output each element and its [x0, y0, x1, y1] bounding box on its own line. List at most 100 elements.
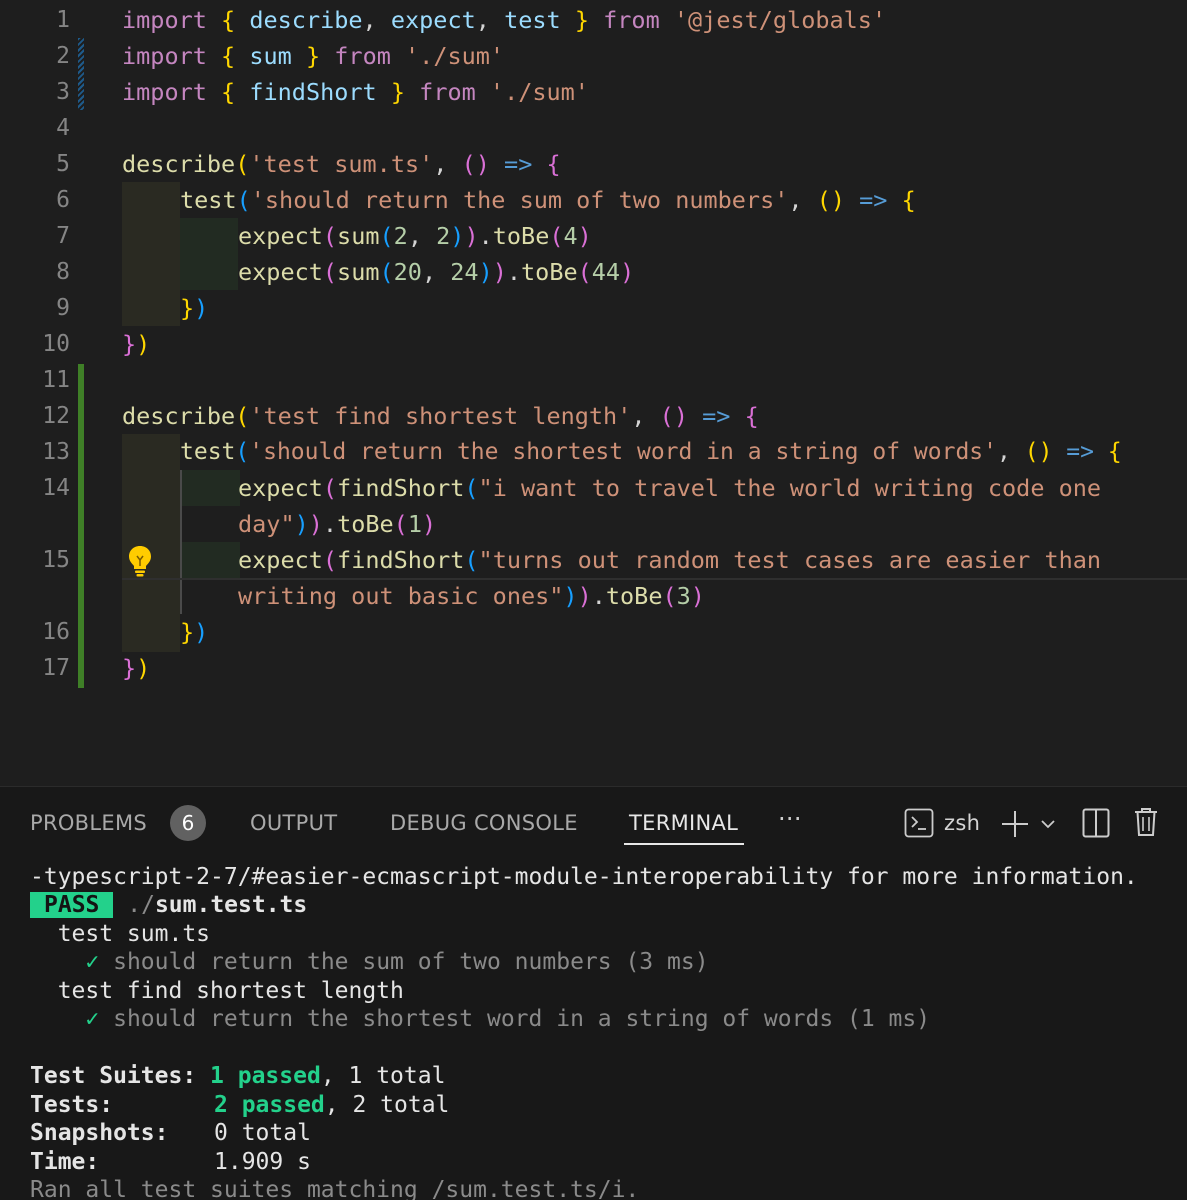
shell-name[interactable]: zsh — [944, 809, 980, 837]
string: "i want to travel the world writing code… — [478, 474, 1102, 502]
bracket: ( — [393, 510, 408, 538]
bracket: () — [659, 402, 688, 430]
terminal-line: Tests: — [30, 1091, 113, 1120]
code-line[interactable]: 16 }) — [0, 614, 1187, 650]
code-line[interactable]: 7 expect(sum(2, 2)).toBe(4) — [0, 218, 1187, 254]
line-number: 2 — [56, 43, 70, 69]
bracket: { — [546, 150, 561, 178]
terminal-line: test find shortest length — [30, 978, 404, 1004]
code-line[interactable]: 5 describe('test sum.ts', () => { — [0, 146, 1187, 182]
code-line[interactable]: 1 import { describe, expect, test } from… — [0, 2, 1187, 38]
punctuation: , — [997, 439, 1011, 465]
code-line[interactable]: 3 import { findShort } from './sum' — [0, 74, 1187, 110]
bracket: { — [221, 78, 236, 106]
number: 44 — [591, 258, 621, 286]
number: 24 — [450, 258, 479, 286]
summary-label: Time: — [30, 1149, 100, 1175]
punctuation: , — [475, 6, 490, 34]
bracket: } — [574, 6, 589, 34]
code-line[interactable]: 9 }) — [0, 290, 1187, 326]
code-line[interactable]: 14 expect(findShort("i want to travel th… — [0, 470, 1187, 542]
line-number: 11 — [42, 367, 70, 393]
tab-output[interactable]: OUTPUT — [250, 809, 337, 837]
number: 20 — [393, 258, 422, 286]
line-number: 16 — [42, 619, 70, 645]
code-line[interactable]: 10 }) — [0, 326, 1187, 362]
bracket: ) — [136, 654, 151, 682]
string: './sum' — [489, 78, 589, 106]
terminal-line: 1.909 s — [214, 1149, 311, 1175]
code-line[interactable]: 12 describe('test find shortest length',… — [0, 398, 1187, 434]
string: day" — [238, 510, 295, 538]
bracket: ) — [620, 258, 635, 286]
check-icon: ✓ — [85, 949, 100, 975]
file-name: sum.test.ts — [154, 892, 308, 918]
code-line[interactable]: 11 — [0, 362, 1187, 398]
bracket: ( — [379, 222, 394, 250]
line-number: 3 — [56, 79, 70, 105]
bracket: ) — [478, 258, 493, 286]
function-name: sum — [337, 258, 380, 286]
number: 2 — [393, 222, 408, 250]
terminal-line: PASS ./sum.test.ts — [30, 891, 307, 920]
string: './sum' — [405, 42, 505, 70]
tab-debug-console[interactable]: DEBUG CONSOLE — [390, 809, 578, 837]
terminal-line: Test Suites: 1 passed, 1 total — [30, 1062, 445, 1091]
bracket: ) — [194, 618, 209, 646]
code-line[interactable]: 6 test('should return the sum of two num… — [0, 182, 1187, 218]
punctuation: , — [362, 6, 377, 34]
function-name: toBe — [605, 582, 663, 610]
arrow-operator: => — [859, 186, 888, 214]
line-number: 7 — [56, 223, 70, 249]
code-line[interactable]: 13 test('should return the shortest word… — [0, 434, 1187, 470]
bracket: } — [122, 654, 137, 682]
lightbulb-icon[interactable] — [127, 544, 153, 578]
bracket: ( — [322, 474, 338, 502]
punctuation: . — [322, 510, 338, 538]
punctuation: . — [478, 222, 493, 250]
bracket: () — [1024, 439, 1053, 465]
terminal-line: Snapshots: — [30, 1119, 168, 1148]
bracket: { — [901, 186, 916, 214]
bracket: () — [461, 150, 490, 178]
function-name: expect — [238, 258, 323, 286]
summary-label: Snapshots: — [30, 1120, 169, 1146]
tab-terminal[interactable]: TERMINAL — [629, 809, 738, 837]
bracket: ( — [236, 186, 251, 214]
code-line[interactable]: 8 expect(sum(20, 24)).toBe(44) — [0, 254, 1187, 290]
bracket: { — [221, 6, 236, 34]
bracket: } — [390, 78, 406, 106]
bracket: { — [744, 402, 759, 430]
line-number: 14 — [42, 475, 70, 501]
check-icon: ✓ — [85, 1006, 100, 1032]
summary-label: Tests: — [30, 1092, 114, 1118]
bracket: ) — [492, 258, 507, 286]
bracket: ) — [464, 222, 479, 250]
code-line[interactable]: 4 — [0, 110, 1187, 146]
terminal-line: Time: — [30, 1148, 99, 1177]
keyword: import — [122, 42, 207, 70]
line-number: 9 — [56, 295, 70, 321]
bracket: { — [1107, 439, 1122, 465]
code-line[interactable]: 15 expect(findShort("turns out random te… — [0, 542, 1187, 614]
chevron-down-icon[interactable] — [1040, 818, 1056, 830]
bracket: ( — [322, 222, 338, 250]
split-icon[interactable] — [1082, 808, 1110, 838]
string: 'should return the shortest word in a st… — [249, 439, 997, 465]
tab-problems[interactable]: PROBLEMS — [30, 809, 147, 837]
bracket: ) — [294, 510, 309, 538]
bracket: ( — [464, 546, 479, 574]
terminal-line: ✓ should return the sum of two numbers (… — [30, 948, 708, 977]
code-line[interactable]: 2 import { sum } from './sum' — [0, 38, 1187, 74]
bracket: ( — [322, 546, 338, 574]
terminal-icon[interactable] — [904, 808, 934, 838]
more-actions-button[interactable]: ··· — [778, 805, 802, 833]
plus-icon[interactable] — [1000, 809, 1030, 839]
code-editor[interactable]: 1 import { describe, expect, test } from… — [0, 0, 1187, 786]
line-number: 1 — [56, 7, 70, 33]
summary-total: , 1 total — [320, 1063, 446, 1089]
function-name: toBe — [521, 258, 578, 286]
trash-icon[interactable] — [1134, 807, 1158, 837]
terminal-line: test sum.ts — [30, 921, 211, 947]
code-line[interactable]: 17 }) — [0, 650, 1187, 686]
